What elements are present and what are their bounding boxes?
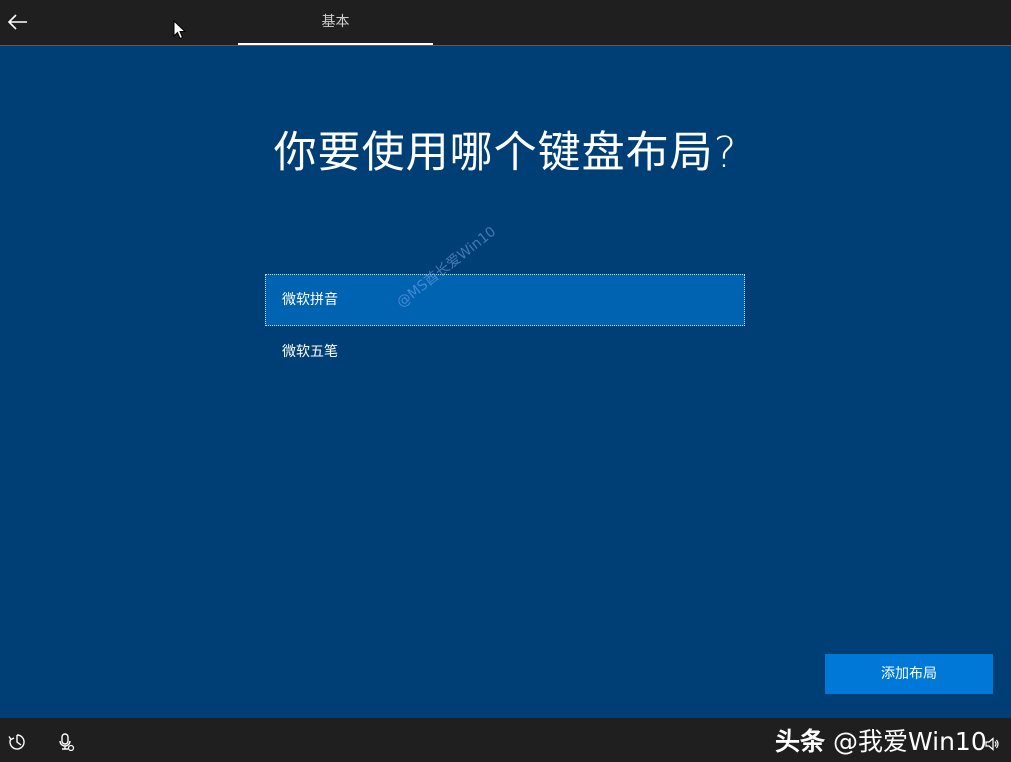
back-button[interactable] (4, 8, 32, 36)
source-watermark: 头条 @我爱Win10 (775, 722, 987, 758)
back-arrow-icon (8, 14, 27, 30)
add-layout-button[interactable]: 添加布局 (825, 654, 993, 694)
page-title: 你要使用哪个键盘布局? (273, 128, 738, 178)
mouse-pointer-icon (173, 20, 187, 40)
accessibility-icon[interactable] (7, 732, 27, 752)
microphone-icon[interactable] (56, 732, 76, 752)
source-brand: 头条 (775, 727, 826, 756)
tab-basics[interactable]: 基本 (238, 0, 433, 44)
layout-item-microsoft-wubi[interactable]: 微软五笔 (265, 326, 745, 378)
top-bar: 基本 (0, 0, 1011, 46)
main-panel: 你要使用哪个键盘布局? 微软拼音 微软五笔 @MS酋长爱Win10 添加布局 (0, 46, 1011, 718)
layout-item-microsoft-pinyin[interactable]: 微软拼音 (265, 274, 745, 326)
keyboard-layout-list: 微软拼音 微软五笔 (265, 274, 745, 378)
source-handle: @我爱Win10 (832, 727, 987, 756)
